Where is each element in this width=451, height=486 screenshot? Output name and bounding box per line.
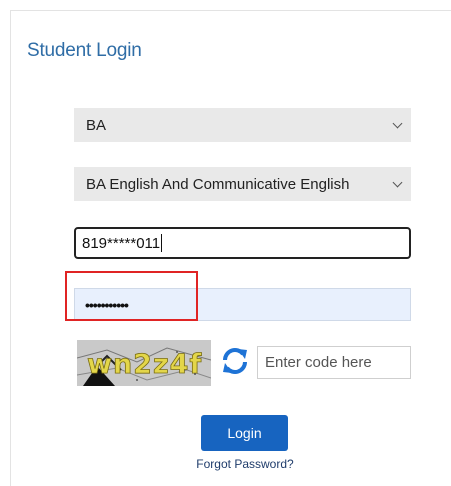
mobile-input-value: 819*****011 — [82, 234, 161, 252]
captcha-image: wn2z4f — [77, 340, 211, 386]
course-select[interactable]: BA — [74, 108, 411, 142]
forgot-password-link[interactable]: Forgot Password? — [195, 457, 295, 471]
highlight-box — [65, 271, 198, 321]
text-caret — [161, 234, 163, 252]
chevron-down-icon — [392, 118, 403, 129]
captcha-text: wn2z4f — [87, 349, 202, 380]
subject-select-value: BA English And Communicative English — [86, 175, 350, 193]
login-button-label: Login — [227, 425, 262, 441]
refresh-icon — [223, 348, 247, 374]
captcha-input[interactable]: Enter code here — [257, 346, 411, 379]
subject-select[interactable]: BA English And Communicative English — [74, 167, 411, 201]
chevron-down-icon — [392, 177, 403, 188]
login-button[interactable]: Login — [201, 415, 288, 451]
page-title: Student Login — [27, 40, 142, 61]
captcha-graphic: wn2z4f — [77, 340, 211, 386]
refresh-captcha-button[interactable] — [221, 346, 249, 376]
mobile-input[interactable]: 819*****011 — [74, 227, 411, 259]
captcha-input-placeholder: Enter code here — [265, 354, 372, 371]
course-select-value: BA — [86, 116, 107, 134]
